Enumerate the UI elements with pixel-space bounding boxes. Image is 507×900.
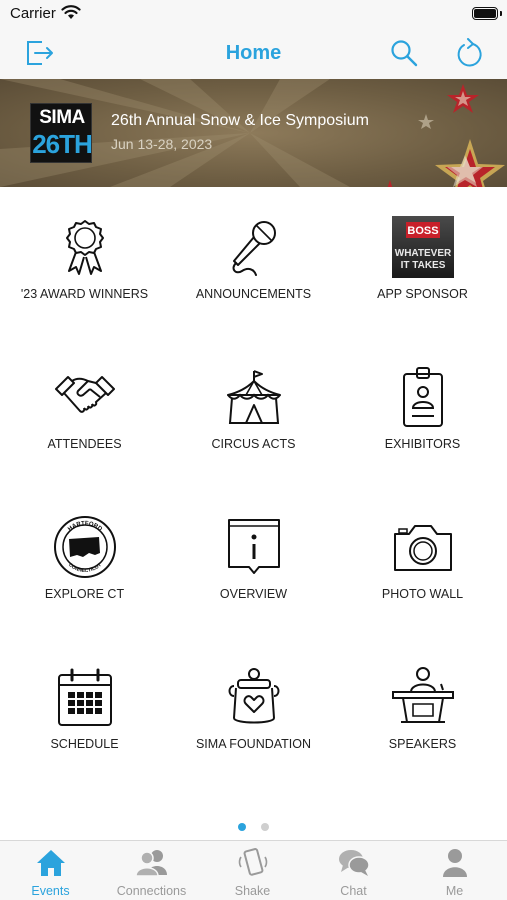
carrier-label: Carrier bbox=[10, 5, 56, 22]
tab-label: Events bbox=[31, 884, 70, 898]
tile-label: APP SPONSOR bbox=[377, 287, 468, 301]
camera-icon bbox=[391, 515, 455, 579]
battery-icon bbox=[472, 7, 498, 20]
page-indicator[interactable] bbox=[0, 818, 507, 836]
tile-label: EXHIBITORS bbox=[384, 437, 461, 451]
refresh-button[interactable] bbox=[452, 36, 486, 70]
podium-icon bbox=[391, 665, 455, 729]
tile-label: ATTENDEES bbox=[47, 437, 122, 451]
logo-text-top: SIMA bbox=[39, 107, 85, 128]
tab-shake[interactable]: Shake bbox=[202, 841, 303, 900]
microphone-icon bbox=[222, 215, 286, 279]
tile-label: ANNOUNCEMENTS bbox=[195, 287, 312, 301]
shake-phone-icon bbox=[236, 848, 270, 878]
sima-logo: SIMA 26TH bbox=[30, 103, 93, 163]
tile-photo-wall[interactable]: PHOTO WALL bbox=[338, 487, 507, 637]
tile-exhibitors[interactable]: EXHIBITORS bbox=[338, 337, 507, 487]
tile-label: OVERVIEW bbox=[219, 587, 288, 601]
chat-bubbles-icon bbox=[337, 848, 371, 878]
connecticut-seal-icon: HARTFORD CONNECTICUT bbox=[53, 515, 117, 579]
logo-text-bottom: 26TH bbox=[32, 129, 93, 159]
tile-announcements[interactable]: ANNOUNCEMENTS bbox=[169, 187, 338, 337]
tile-label: CIRCUS ACTS bbox=[211, 437, 296, 451]
tile-attendees[interactable]: ATTENDEES bbox=[0, 337, 169, 487]
tab-label: Chat bbox=[340, 884, 367, 898]
tab-connections[interactable]: Connections bbox=[101, 841, 202, 900]
refresh-icon bbox=[457, 38, 482, 67]
search-icon bbox=[391, 40, 418, 67]
circus-tent-icon bbox=[222, 365, 286, 429]
people-icon bbox=[134, 848, 169, 878]
event-dates: Jun 13-28, 2023 bbox=[111, 136, 213, 152]
tile-app-sponsor[interactable]: BOSS WHATEVER IT TAKES APP SPONSOR bbox=[338, 187, 507, 337]
tile-label: '23 AWARD WINNERS bbox=[20, 287, 149, 301]
boss-sponsor-logo: BOSS WHATEVER IT TAKES bbox=[391, 215, 455, 279]
tile-label: SPEAKERS bbox=[388, 737, 457, 751]
donation-jar-icon bbox=[222, 665, 286, 729]
tab-bar: Events Connections Shake Chat Me bbox=[0, 840, 507, 900]
tab-label: Me bbox=[445, 884, 464, 898]
tile-explore-ct[interactable]: HARTFORD CONNECTICUT EXPLORE CT bbox=[0, 487, 169, 637]
badge-icon bbox=[391, 365, 455, 429]
tab-label: Shake bbox=[234, 884, 271, 898]
tile-label: EXPLORE CT bbox=[44, 587, 125, 601]
event-banner[interactable]: SIMA 26TH 26th Annual Snow & Ice Symposi… bbox=[0, 79, 507, 187]
search-button[interactable] bbox=[387, 36, 421, 70]
handshake-icon bbox=[53, 365, 117, 429]
tile-sima-foundation[interactable]: SIMA FOUNDATION bbox=[169, 637, 338, 787]
page-title: Home bbox=[225, 42, 282, 64]
info-icon bbox=[222, 515, 286, 579]
sponsor-tagline-1: WHATEVER bbox=[394, 248, 451, 259]
tile-label: SCHEDULE bbox=[50, 737, 119, 751]
tile-award-winners[interactable]: '23 AWARD WINNERS bbox=[0, 187, 169, 337]
tab-me[interactable]: Me bbox=[404, 841, 505, 900]
person-icon bbox=[438, 848, 472, 878]
event-title: 26th Annual Snow & Ice Symposium bbox=[111, 112, 369, 129]
battery-tip bbox=[500, 11, 502, 16]
sponsor-tagline-2: IT TAKES bbox=[400, 260, 445, 271]
nav-bar: Home bbox=[0, 30, 507, 79]
status-bar: Carrier bbox=[0, 0, 507, 30]
tile-label: SIMA FOUNDATION bbox=[195, 737, 312, 751]
wifi-icon bbox=[61, 4, 81, 25]
tile-schedule[interactable]: SCHEDULE bbox=[0, 637, 169, 787]
tab-events[interactable]: Events bbox=[0, 841, 101, 900]
tile-speakers[interactable]: SPEAKERS bbox=[338, 637, 507, 787]
tile-label: PHOTO WALL bbox=[381, 587, 464, 601]
award-ribbon-icon bbox=[53, 215, 117, 279]
tab-label: Connections bbox=[116, 884, 187, 898]
tab-chat[interactable]: Chat bbox=[303, 841, 404, 900]
page-dot[interactable] bbox=[260, 823, 269, 831]
calendar-icon bbox=[53, 665, 117, 729]
sponsor-brand: BOSS bbox=[407, 225, 438, 237]
tile-overview[interactable]: OVERVIEW bbox=[169, 487, 338, 637]
page-dot-active[interactable] bbox=[238, 823, 247, 831]
tile-circus-acts[interactable]: CIRCUS ACTS bbox=[169, 337, 338, 487]
home-icon bbox=[34, 848, 68, 878]
